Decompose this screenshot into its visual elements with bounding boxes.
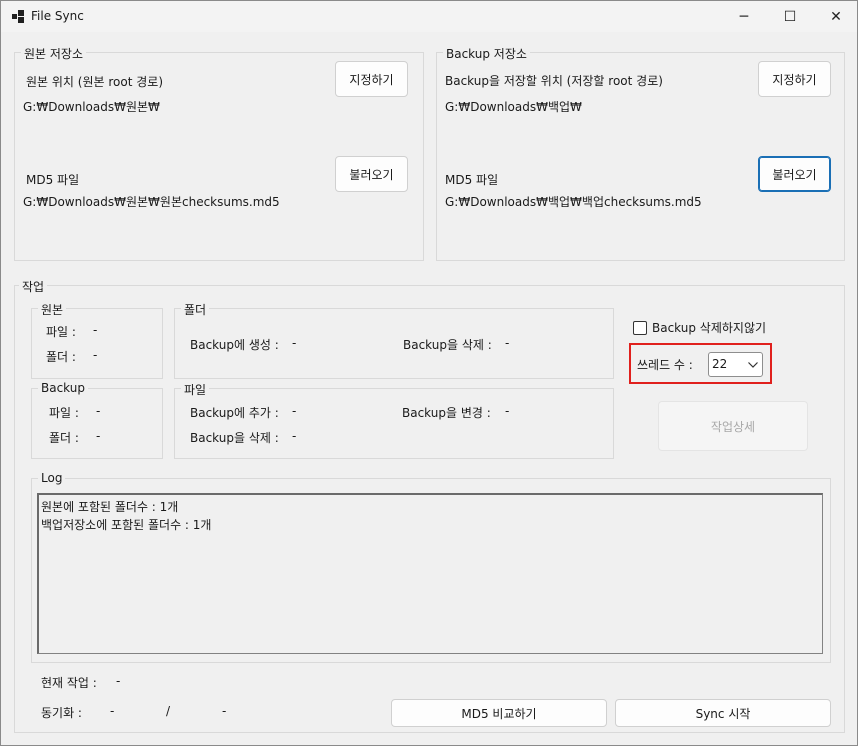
folder-create-label: Backup에 생성 :	[190, 338, 279, 352]
backup-md5-path: G:₩Downloads₩백업₩백업checksums.md5	[445, 195, 702, 209]
log-line: 백업저장소에 포함된 폴더수 : 1개	[41, 518, 212, 532]
chevron-down-icon	[748, 362, 758, 368]
source-md5-path: G:₩Downloads₩원본₩원본checksums.md5	[23, 195, 280, 209]
sync-progress-total: -	[222, 704, 227, 718]
log-textbox[interactable]: 원본에 포함된 폴더수 : 1개 백업저장소에 포함된 폴더수 : 1개	[37, 493, 823, 654]
window-title: File Sync	[31, 9, 84, 23]
file-add-value: -	[292, 404, 297, 418]
job-source-box: 원본	[31, 301, 163, 379]
close-icon: ✕	[830, 8, 842, 25]
job-detail-button[interactable]: 작업상세	[658, 401, 808, 451]
job-source-files-label: 파일 :	[46, 325, 76, 339]
current-job-value: -	[116, 674, 121, 688]
app-icon	[12, 10, 24, 23]
no-delete-checkbox[interactable]	[633, 321, 647, 335]
job-title: 작업	[19, 278, 48, 295]
job-file-box: 파일	[174, 381, 614, 459]
minimize-button[interactable]: ─	[721, 1, 767, 32]
threads-value: 22	[712, 357, 728, 371]
sync-progress-done: -	[110, 704, 115, 718]
job-backup-files-label: 파일 :	[49, 406, 79, 420]
sync-progress-separator: /	[166, 704, 171, 718]
job-source-title: 원본	[38, 301, 67, 318]
backup-location-label: Backup을 저장할 위치 (저장할 root 경로)	[445, 74, 663, 88]
close-button[interactable]: ✕	[813, 1, 858, 32]
sync-start-button[interactable]: Sync 시작	[615, 699, 831, 727]
source-load-button[interactable]: 불러오기	[335, 156, 408, 192]
folder-create-value: -	[292, 336, 297, 350]
maximize-button[interactable]: ☐	[767, 1, 813, 32]
file-change-value: -	[505, 404, 510, 418]
title-bar: File Sync ─ ☐ ✕	[1, 1, 857, 32]
file-add-label: Backup에 추가 :	[190, 406, 279, 420]
job-source-folders-label: 폴더 :	[46, 350, 76, 364]
job-backup-folders-label: 폴더 :	[49, 431, 79, 445]
threads-select[interactable]: 22	[708, 352, 763, 377]
file-sync-window: File Sync ─ ☐ ✕ 원본 저장소 원본 위치 (원본 root 경로…	[0, 0, 858, 746]
source-storage-title: 원본 저장소	[21, 45, 87, 62]
maximize-icon: ☐	[783, 8, 797, 25]
source-location-label: 원본 위치 (원본 root 경로)	[26, 75, 164, 89]
log-line: 원본에 포함된 폴더수 : 1개	[41, 500, 179, 514]
threads-label: 쓰레드 수 :	[637, 358, 693, 372]
no-delete-label: Backup 삭제하지않기	[652, 321, 767, 335]
job-source-folders-value: -	[93, 348, 98, 362]
source-location-path: G:₩Downloads₩원본₩	[23, 100, 160, 114]
job-backup-folders-value: -	[96, 429, 101, 443]
job-file-title: 파일	[181, 381, 210, 398]
file-delete-label: Backup을 삭제 :	[190, 431, 279, 445]
backup-md5-label: MD5 파일	[445, 173, 499, 187]
backup-location-path: G:₩Downloads₩백업₩	[445, 100, 582, 114]
sync-progress-label: 동기화 :	[41, 706, 82, 720]
file-change-label: Backup을 변경 :	[402, 406, 491, 420]
backup-load-button[interactable]: 불러오기	[758, 156, 831, 192]
minimize-icon: ─	[739, 8, 749, 25]
backup-set-button[interactable]: 지정하기	[758, 61, 831, 97]
log-title: Log	[38, 471, 66, 485]
job-folder-title: 폴더	[181, 301, 210, 318]
backup-storage-title: Backup 저장소	[443, 45, 530, 62]
md5-compare-button[interactable]: MD5 비교하기	[391, 699, 607, 727]
job-source-files-value: -	[93, 323, 98, 337]
job-backup-box: Backup	[31, 381, 163, 459]
source-md5-label: MD5 파일	[26, 173, 80, 187]
source-set-button[interactable]: 지정하기	[335, 61, 408, 97]
job-backup-files-value: -	[96, 404, 101, 418]
folder-delete-label: Backup을 삭제 :	[403, 338, 492, 352]
file-delete-value: -	[292, 429, 297, 443]
folder-delete-value: -	[505, 336, 510, 350]
job-backup-title: Backup	[38, 381, 88, 395]
current-job-label: 현재 작업 :	[41, 676, 97, 690]
